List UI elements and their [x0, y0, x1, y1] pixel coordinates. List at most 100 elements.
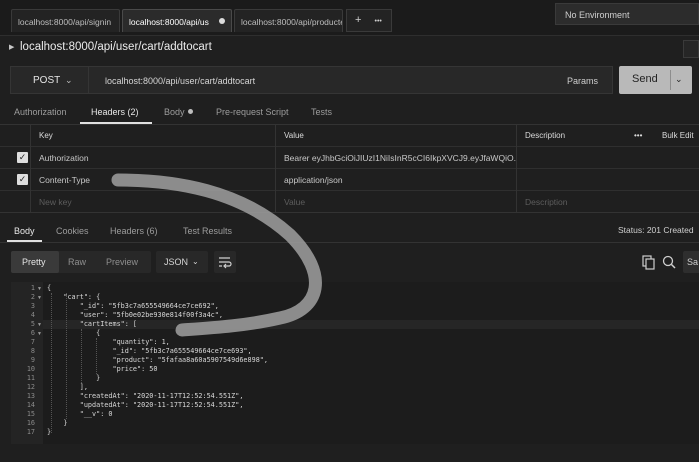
response-tab-body[interactable]: Body — [14, 226, 35, 236]
code-line: } — [47, 374, 101, 382]
copy-button[interactable] — [640, 254, 656, 270]
active-tab-underline — [80, 122, 152, 124]
code-line: "quantity": 1, — [47, 338, 170, 346]
code-line: { — [47, 284, 52, 292]
response-body-viewer[interactable]: 1 ▼{2 ▼ "cart": {3 "_id": "5fb3c7a65554966… — [11, 282, 699, 444]
response-tab-test-results[interactable]: Test Results — [183, 226, 232, 236]
line-number: 16 — [26, 419, 35, 427]
header-key[interactable]: Authorization — [30, 147, 275, 169]
line-number: 2 — [30, 293, 35, 301]
column-key: Key — [30, 125, 275, 147]
code-line: { — [47, 329, 101, 337]
preview-button[interactable]: Preview — [106, 257, 138, 267]
code-line: } — [47, 428, 52, 436]
chevron-down-icon: ⌄ — [65, 75, 73, 85]
headers-table: Key Value Description ••• Bulk Edit ✓ Au… — [0, 125, 699, 213]
environment-label: No Environment — [565, 10, 630, 20]
response-tab-cookies[interactable]: Cookies — [56, 226, 89, 236]
tab-authorization[interactable]: Authorization — [14, 107, 67, 117]
header-description[interactable] — [516, 147, 699, 169]
code-line: "updatedAt": "2020-11-17T12:52:54.551Z", — [47, 401, 244, 409]
code-line: } — [47, 419, 68, 427]
request-tab-addtocart[interactable]: localhost:8000/api/us — [122, 9, 232, 32]
column-value: Value — [275, 125, 516, 147]
tab-prerequest-script[interactable]: Pre-request Script — [216, 107, 289, 117]
code-line: "__v": 0 — [47, 410, 113, 418]
new-key-input[interactable]: New key — [30, 191, 275, 213]
column-options-button[interactable]: ••• — [626, 125, 654, 147]
send-divider — [670, 70, 671, 90]
new-value-input[interactable]: Value — [275, 191, 516, 213]
format-selector[interactable]: JSON ⌄ — [156, 251, 208, 273]
code-line: "createdAt": "2020-11-17T12:52:54.551Z", — [47, 392, 244, 400]
new-description-input[interactable]: Description — [516, 191, 699, 213]
line-number: 8 — [30, 347, 35, 355]
request-tabs: Authorization Headers (2) Body Pre-reque… — [0, 100, 699, 125]
line-number: 3 — [30, 302, 35, 310]
fold-toggle-icon[interactable]: ▼ — [37, 322, 42, 328]
fold-toggle-icon[interactable]: ▼ — [37, 295, 42, 301]
copy-icon — [642, 255, 655, 270]
save-response-button[interactable]: Sa — [683, 251, 699, 273]
url-text: localhost:8000/api/user/cart/addtocart — [105, 76, 256, 86]
line-number: 5 — [30, 320, 35, 328]
line-number: 15 — [26, 410, 35, 418]
code-line: "price": 50 — [47, 365, 158, 373]
params-button[interactable]: Params — [567, 76, 598, 86]
code-line: "_id": "5fb3c7a655549664ce7ce693", — [47, 347, 252, 355]
request-tab-signin[interactable]: localhost:8000/api/signin — [11, 9, 120, 32]
expand-arrow-icon[interactable]: ▶ — [9, 43, 14, 51]
url-input[interactable]: localhost:8000/api/user/cart/addtocart P… — [88, 66, 613, 94]
tab-headers[interactable]: Headers (2) — [91, 107, 139, 117]
code-line: "user": "5fb0e02be930e814f00f3a4c", — [47, 311, 223, 319]
format-label: JSON — [164, 257, 189, 267]
line-number: 11 — [26, 374, 35, 382]
fold-toggle-icon[interactable]: ▼ — [37, 286, 42, 292]
tab-label: localhost:8000/api/producte — [241, 17, 343, 27]
header-key[interactable]: Content-Type — [30, 169, 275, 191]
code-line: ], — [47, 383, 88, 391]
active-response-tab-underline — [7, 240, 42, 242]
header-enabled-checkbox[interactable]: ✓ — [17, 152, 28, 163]
send-options-chevron-icon[interactable]: ⌄ — [675, 74, 683, 85]
environment-selector[interactable]: No Environment — [555, 3, 699, 25]
response-tab-headers[interactable]: Headers (6) — [110, 226, 158, 236]
line-number: 14 — [26, 401, 35, 409]
header-description[interactable] — [516, 169, 699, 191]
add-tab-button[interactable]: + — [355, 14, 361, 26]
header-value[interactable]: application/json — [275, 169, 516, 191]
request-tab-products[interactable]: localhost:8000/api/producte — [234, 9, 343, 32]
search-button[interactable] — [661, 254, 677, 270]
method-label: POST — [33, 75, 61, 86]
response-status: Status: 201 Created — [618, 225, 694, 235]
wrap-lines-button[interactable] — [214, 251, 236, 273]
side-panel-button[interactable] — [683, 40, 699, 58]
code-line: "cartItems": [ — [47, 320, 138, 328]
tab-label: localhost:8000/api/signin — [18, 17, 112, 27]
line-number: 10 — [26, 365, 35, 373]
bulk-edit-button[interactable]: Bulk Edit — [654, 125, 699, 147]
column-description: Description — [516, 125, 626, 147]
tab-tests[interactable]: Tests — [311, 107, 332, 117]
code-line: "_id": "5fb3c7a655549664ce7ce692", — [47, 302, 219, 310]
line-number: 6 — [30, 329, 35, 337]
raw-button[interactable]: Raw — [68, 257, 86, 267]
request-title: localhost:8000/api/user/cart/addtocart — [20, 41, 212, 53]
header-value[interactable]: Bearer eyJhbGciOiJIUzI1NiIsInR5cCI6IkpXV… — [275, 147, 516, 169]
send-button[interactable]: Send ⌄ — [619, 66, 692, 94]
tab-actions: + ••• — [346, 9, 392, 32]
tab-body[interactable]: Body — [164, 107, 193, 117]
header-enabled-checkbox[interactable]: ✓ — [17, 174, 28, 185]
code-line: "product": "5fafaa8a60a5907549d6e898", — [47, 356, 268, 364]
fold-toggle-icon[interactable]: ▼ — [37, 331, 42, 337]
method-selector[interactable]: POST ⌄ — [10, 66, 88, 94]
current-line-highlight — [43, 320, 699, 329]
response-tabs: Body Cookies Headers (6) Test Results St… — [0, 219, 699, 243]
tab-body-label: Body — [164, 107, 185, 117]
line-number: 13 — [26, 392, 35, 400]
line-number: 17 — [26, 428, 35, 436]
response-view-toggle: Pretty Raw Preview — [11, 251, 151, 273]
line-number: 1 — [30, 284, 35, 292]
pretty-button[interactable]: Pretty — [11, 251, 59, 273]
more-tabs-button[interactable]: ••• — [375, 18, 382, 25]
